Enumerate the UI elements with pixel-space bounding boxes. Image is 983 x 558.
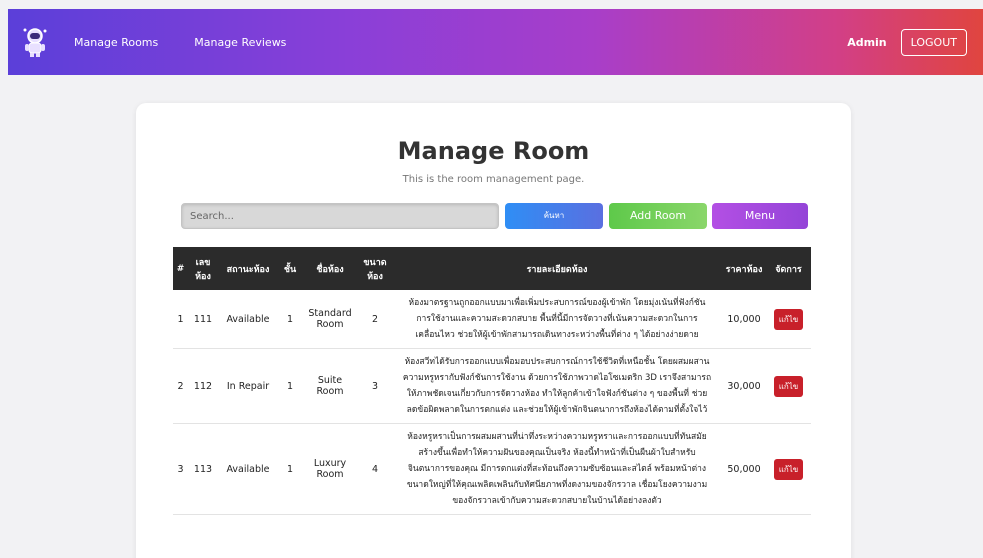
nav-user-area: Admin LOGOUT [847,28,967,56]
header-room-description: รายละเอียดห้อง [392,247,722,290]
room-status: Available [218,423,278,515]
room-size: 2 [358,290,392,349]
header-room-size: ขนาดห้อง [358,247,392,290]
username-label: Admin [847,35,887,49]
edit-button[interactable]: แก้ไข [773,458,804,480]
room-name: Suite Room [302,348,358,424]
header-room-price: ราคาห้อง [722,247,766,290]
edit-button[interactable]: แก้ไข [773,375,804,397]
room-status: In Repair [218,348,278,424]
room-description: ห้องสวีทได้รับการออกแบบเพื่อมอบประสบการณ… [392,348,722,424]
room-price: 10,000 [722,290,766,349]
page-title: Manage Room [397,137,590,165]
room-description: ห้องหรูหราเป็นการผสมผสานที่น่าทึ่งระหว่า… [392,423,722,515]
room-size: 3 [358,348,392,424]
logout-button[interactable]: LOGOUT [900,28,967,56]
row-index: 3 [173,423,188,515]
room-number: 111 [188,290,218,349]
navbar: Manage Rooms Manage Reviews Admin LOGOUT [8,9,983,75]
table-header-row: # เลขห้อง สถานะห้อง ชั้น ชื่อห้อง ขนาดห้… [173,247,811,290]
astronaut-logo-icon[interactable] [22,27,48,57]
rooms-table: # เลขห้อง สถานะห้อง ชั้น ชื่อห้อง ขนาดห้… [173,247,811,515]
edit-button[interactable]: แก้ไข [773,308,804,330]
menu-button[interactable]: Menu [712,203,808,229]
room-description: ห้องมาตรฐานถูกออกแบบมาเพื่อเพิ่มประสบการ… [392,290,722,349]
room-floor: 1 [278,348,302,424]
room-name: Luxury Room [302,423,358,515]
header-room-status: สถานะห้อง [218,247,278,290]
room-price: 50,000 [722,423,766,515]
room-status: Available [218,290,278,349]
room-name: Standard Room [302,290,358,349]
row-index: 2 [173,348,188,424]
room-size: 4 [358,423,392,515]
row-index: 1 [173,290,188,349]
header-room-name: ชื่อห้อง [302,247,358,290]
header-actions: จัดการ [766,247,811,290]
table-row: 2 112 In Repair 1 Suite Room 3 ห้องสวีทไ… [173,348,811,424]
room-price: 30,000 [722,348,766,424]
action-cell: แก้ไข [766,290,811,349]
room-floor: 1 [278,290,302,349]
header-index: # [173,247,188,290]
room-number: 113 [188,423,218,515]
room-number: 112 [188,348,218,424]
nav-manage-reviews[interactable]: Manage Reviews [194,36,286,49]
manage-room-card: Manage Room This is the room management … [136,103,851,558]
header-room-number: เลขห้อง [188,247,218,290]
action-cell: แก้ไข [766,348,811,424]
nav-manage-rooms[interactable]: Manage Rooms [74,36,158,49]
search-input[interactable]: Search... [181,203,499,229]
header-floor: ชั้น [278,247,302,290]
search-button[interactable]: ค้นหา [505,203,603,229]
room-floor: 1 [278,423,302,515]
action-cell: แก้ไข [766,423,811,515]
table-row: 3 113 Available 1 Luxury Room 4 ห้องหรูห… [173,423,811,515]
table-row: 1 111 Available 1 Standard Room 2 ห้องมา… [173,290,811,349]
add-room-button[interactable]: Add Room [609,203,707,229]
page-subtitle: This is the room management page. [402,174,585,185]
